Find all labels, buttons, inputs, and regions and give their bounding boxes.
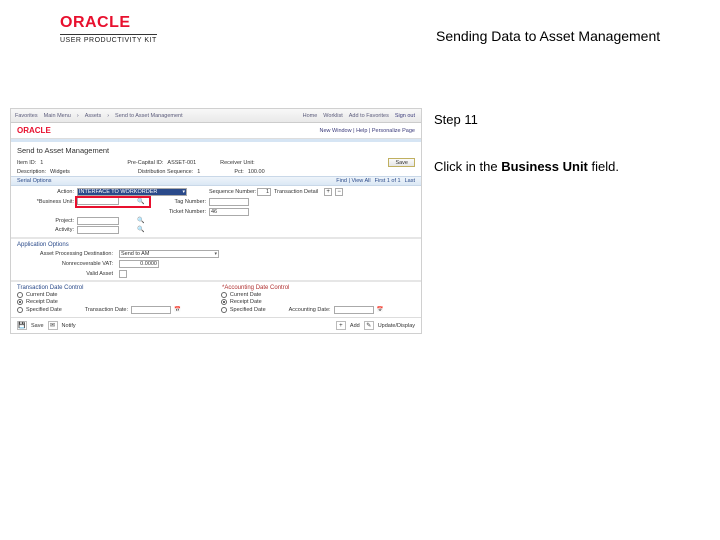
valid-asset-checkbox[interactable] — [119, 270, 127, 278]
breadcrumb-send-to-am[interactable]: Send to Asset Management — [115, 113, 183, 119]
step-label: Step 11 — [434, 112, 704, 127]
transaction-date-label: Transaction Date: — [85, 307, 128, 313]
dist-seq-label: Distribution Sequence: — [138, 169, 193, 175]
app-breadcrumb-bar: Favorites Main Menu › Assets › Send to A… — [11, 109, 421, 123]
tdc-receipt-date-label: Receipt Date — [26, 299, 58, 305]
dist-seq-value: 1 — [197, 169, 200, 175]
accounting-date-control-title: *Accounting Date Control — [216, 281, 421, 292]
breadcrumb-assets[interactable]: Assets — [85, 113, 102, 119]
app-brand-bar: ORACLE New Window | Help | Personalize P… — [11, 123, 421, 139]
notify-button[interactable]: Notify — [62, 323, 76, 329]
nav-favorites[interactable]: Favorites — [15, 113, 38, 119]
tdc-specified-date-label: Specified Date — [26, 307, 62, 313]
nonrecoverable-vat-field[interactable]: 0.0000 — [119, 260, 159, 268]
calendar-icon[interactable]: 📅 — [174, 307, 181, 313]
precapital-value: ASSET-001 — [167, 160, 196, 166]
save-button-top[interactable]: Save — [388, 158, 415, 167]
item-id-label: Item ID: — [17, 160, 36, 166]
upk-label: USER PRODUCTIVITY KIT — [60, 34, 157, 44]
instruction-text: Click in the Business Unit field. — [434, 159, 704, 174]
action-dropdown[interactable]: INTERFACE TO WORKORDER▾ — [77, 188, 187, 196]
nav-signout[interactable]: Sign out — [395, 113, 415, 119]
lookup-icon[interactable]: 🔍 — [137, 198, 145, 206]
save-icon[interactable]: 💾 — [17, 321, 27, 330]
project-field[interactable] — [77, 217, 119, 225]
business-unit-label: *Business Unit: — [17, 199, 77, 205]
oracle-mini-logo: ORACLE — [17, 126, 51, 135]
tdc-specified-date-radio[interactable] — [17, 307, 23, 313]
description-label: Description: — [17, 169, 46, 175]
calendar-icon[interactable]: 📅 — [377, 307, 384, 313]
save-button[interactable]: Save — [31, 323, 44, 329]
asset-dest-dropdown[interactable]: Send to AM▾ — [119, 250, 219, 258]
ticket-number-label: Ticket Number: — [149, 209, 209, 215]
nav-add-favorites[interactable]: Add to Favorites — [349, 113, 389, 119]
nav-worklist[interactable]: Worklist — [323, 113, 342, 119]
add-icon[interactable]: + — [336, 321, 346, 330]
nav-main-menu[interactable]: Main Menu — [44, 113, 71, 119]
asset-dest-label: Asset Processing Destination: — [17, 251, 113, 257]
minus-icon[interactable]: − — [335, 188, 343, 196]
update-icon[interactable]: ✎ — [364, 321, 374, 330]
seq-num-label: Sequence Number: — [209, 189, 257, 195]
business-unit-field[interactable] — [77, 197, 119, 205]
document-title: Sending Data to Asset Management — [436, 28, 660, 44]
plus-icon[interactable]: + — [324, 188, 332, 196]
pct-label: Pct: — [234, 169, 243, 175]
find-viewall-link[interactable]: Find | View All — [336, 178, 370, 184]
adc-specified-date-radio[interactable] — [221, 307, 227, 313]
oracle-logo: ORACLE — [60, 14, 157, 32]
chevron-right-icon: › — [107, 113, 109, 119]
application-options-title: Application Options — [11, 238, 421, 249]
adc-receipt-date-radio[interactable] — [221, 299, 227, 305]
adc-specified-date-label: Specified Date — [230, 307, 266, 313]
transaction-date-control-title: Transaction Date Control — [11, 281, 216, 292]
serial-options-section: Serial Options Find | View All First 1 o… — [11, 176, 421, 186]
embedded-app-screenshot: Favorites Main Menu › Assets › Send to A… — [10, 108, 422, 334]
valid-asset-label: Valid Asset — [17, 271, 113, 277]
adc-receipt-date-label: Receipt Date — [230, 299, 262, 305]
add-button[interactable]: Add — [350, 323, 360, 329]
oracle-logo-block: ORACLE USER PRODUCTIVITY KIT — [60, 14, 157, 44]
serial-options-title: Serial Options — [17, 178, 52, 184]
transaction-date-field[interactable] — [131, 306, 171, 314]
ticket-number-field[interactable]: 46 — [209, 208, 249, 216]
range-label: First 1 of 1 — [375, 178, 401, 184]
tag-number-label: Tag Number: — [149, 199, 209, 205]
last-link[interactable]: Last — [405, 178, 415, 184]
activity-field[interactable] — [77, 226, 119, 234]
trans-detail-link[interactable]: Transaction Detail — [274, 189, 321, 195]
receiver-unit-label: Receiver Unit: — [220, 160, 255, 166]
chevron-right-icon: › — [77, 113, 79, 119]
seq-num-field[interactable]: 1 — [257, 188, 271, 196]
action-label: Action: — [17, 189, 77, 195]
adc-current-date-label: Current Date — [230, 292, 262, 298]
activity-label: Activity: — [17, 227, 77, 233]
item-id-value: 1 — [40, 160, 43, 166]
notify-icon[interactable]: ✉ — [48, 321, 58, 330]
accounting-date-field[interactable] — [334, 306, 374, 314]
precapital-label: Pre-Capital ID: — [127, 160, 163, 166]
update-display-button[interactable]: Update/Display — [378, 323, 415, 329]
tdc-current-date-radio[interactable] — [17, 292, 23, 298]
project-label: Project: — [17, 218, 77, 224]
description-value: Widgets — [50, 169, 70, 175]
pct-value: 100.00 — [248, 169, 265, 175]
nav-home[interactable]: Home — [303, 113, 318, 119]
adc-current-date-radio[interactable] — [221, 292, 227, 298]
tag-number-field[interactable] — [209, 198, 249, 206]
personalize-links[interactable]: New Window | Help | Personalize Page — [320, 128, 416, 134]
lookup-icon[interactable]: 🔍 — [137, 226, 145, 234]
accounting-date-label: Accounting Date: — [289, 307, 331, 313]
lookup-icon[interactable]: 🔍 — [137, 217, 145, 225]
tdc-current-date-label: Current Date — [26, 292, 58, 298]
page-title: Send to Asset Management — [11, 142, 421, 157]
nonrecoverable-vat-label: Nonrecoverable VAT: — [17, 261, 113, 267]
tdc-receipt-date-radio[interactable] — [17, 299, 23, 305]
